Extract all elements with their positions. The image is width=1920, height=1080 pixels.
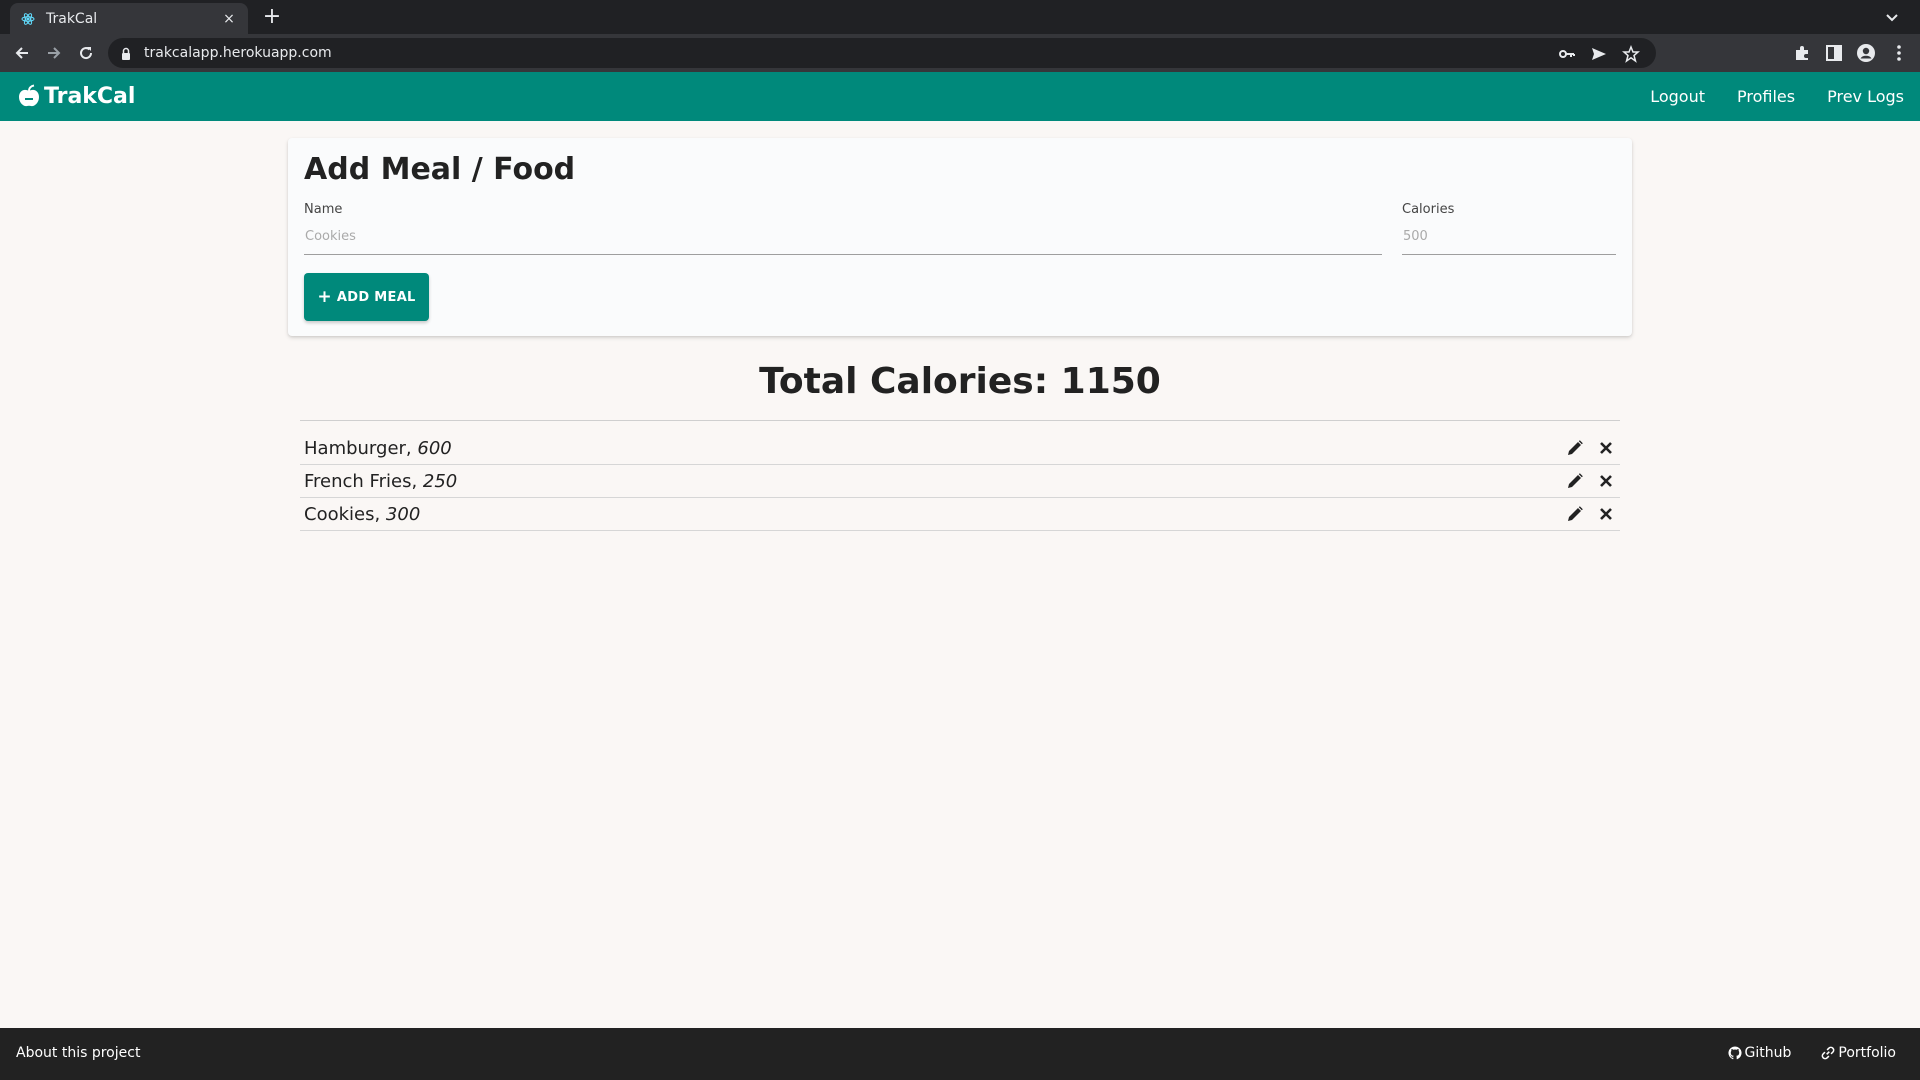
list-item: French Fries, 250 xyxy=(300,465,1620,498)
brand-logo[interactable]: TrakCal xyxy=(16,83,135,109)
calories-label: Calories xyxy=(1402,202,1455,217)
meal-calories: 300 xyxy=(385,503,421,525)
meal-actions xyxy=(1554,438,1616,458)
github-link[interactable]: Github xyxy=(1727,1045,1792,1061)
meal-actions xyxy=(1554,471,1616,491)
meal-actions xyxy=(1554,504,1616,524)
tab-close-icon[interactable]: × xyxy=(220,11,238,27)
tab-title: TrakCal xyxy=(46,10,98,27)
meal-calories: 600 xyxy=(417,437,452,459)
nav-link-logout[interactable]: Logout xyxy=(1650,87,1705,106)
calories-input[interactable] xyxy=(1402,227,1616,255)
github-label: Github xyxy=(1744,1045,1792,1061)
address-bar[interactable]: trakcalapp.herokuapp.com xyxy=(108,38,1656,68)
profile-avatar-icon[interactable] xyxy=(1856,43,1876,63)
new-tab-button[interactable]: + xyxy=(260,5,284,29)
nav-link-prev-logs[interactable]: Prev Logs xyxy=(1827,87,1904,106)
edit-pencil-icon[interactable] xyxy=(1565,438,1585,458)
browser-tab-bar: TrakCal × + xyxy=(0,0,1920,34)
meal-name: Cookies, xyxy=(304,503,386,525)
forward-arrow-icon[interactable] xyxy=(44,43,64,63)
tab-search-chevron-icon[interactable] xyxy=(1882,7,1902,27)
nav-link-profiles[interactable]: Profiles xyxy=(1737,87,1795,106)
add-meal-button[interactable]: + ADD MEAL xyxy=(304,273,429,321)
key-icon[interactable] xyxy=(1558,45,1576,63)
portfolio-link[interactable]: Portfolio xyxy=(1821,1045,1896,1061)
apple-logo-icon xyxy=(16,83,42,109)
plus-icon: + xyxy=(317,287,332,307)
meal-item-text: French Fries, 250 xyxy=(304,471,457,492)
url-text: trakcalapp.herokuapp.com xyxy=(144,45,332,61)
nav-links: Logout Profiles Prev Logs xyxy=(1618,72,1904,121)
list-item: Cookies, 300 xyxy=(300,498,1620,531)
delete-x-icon[interactable] xyxy=(1596,438,1616,458)
meal-calories: 250 xyxy=(422,470,458,492)
add-meal-button-label: ADD MEAL xyxy=(336,289,416,305)
meal-list: Hamburger, 600 French Fries, 250 Cookies… xyxy=(300,432,1620,531)
browser-menu-icon[interactable] xyxy=(1889,43,1909,63)
meal-item-text: Cookies, 300 xyxy=(304,504,420,525)
delete-x-icon[interactable] xyxy=(1596,471,1616,491)
edit-pencil-icon[interactable] xyxy=(1565,504,1585,524)
link-icon xyxy=(1822,1046,1835,1060)
brand-name: TrakCal xyxy=(44,83,136,109)
react-favicon-icon xyxy=(20,11,36,27)
extensions-puzzle-icon[interactable] xyxy=(1792,43,1812,63)
footer-links: Github Portfolio xyxy=(1698,1045,1896,1061)
name-input[interactable] xyxy=(304,227,1382,255)
page-footer: About this project Github Portfolio xyxy=(0,1028,1920,1080)
share-icon[interactable] xyxy=(1590,45,1608,63)
total-calories: Total Calories: 1150 xyxy=(759,361,1161,402)
delete-x-icon[interactable] xyxy=(1596,504,1616,524)
edit-pencil-icon[interactable] xyxy=(1565,471,1585,491)
meal-item-text: Hamburger, 600 xyxy=(304,438,452,459)
total-divider xyxy=(300,420,1620,421)
side-panel-icon[interactable] xyxy=(1824,43,1844,63)
browser-toolbar: trakcalapp.herokuapp.com xyxy=(0,34,1920,72)
list-item: Hamburger, 600 xyxy=(300,432,1620,465)
meal-name: French Fries, xyxy=(304,470,423,492)
portfolio-label: Portfolio xyxy=(1838,1045,1896,1061)
add-meal-card: Add Meal / Food Name Calories + ADD MEAL xyxy=(288,138,1632,336)
bookmark-star-icon[interactable] xyxy=(1622,44,1640,63)
github-icon xyxy=(1727,1046,1742,1060)
browser-tab[interactable]: TrakCal × xyxy=(10,3,248,34)
reload-icon[interactable] xyxy=(76,43,96,63)
meal-name: Hamburger, xyxy=(304,437,418,459)
name-field: Name xyxy=(304,202,1382,255)
app-navbar: TrakCal Logout Profiles Prev Logs xyxy=(0,72,1920,121)
card-title: Add Meal / Food xyxy=(304,152,576,187)
name-label: Name xyxy=(304,202,343,217)
about-project-link[interactable]: About this project xyxy=(16,1045,140,1061)
lock-icon xyxy=(120,46,134,60)
calories-field: Calories xyxy=(1402,202,1616,255)
back-arrow-icon[interactable] xyxy=(12,43,32,63)
